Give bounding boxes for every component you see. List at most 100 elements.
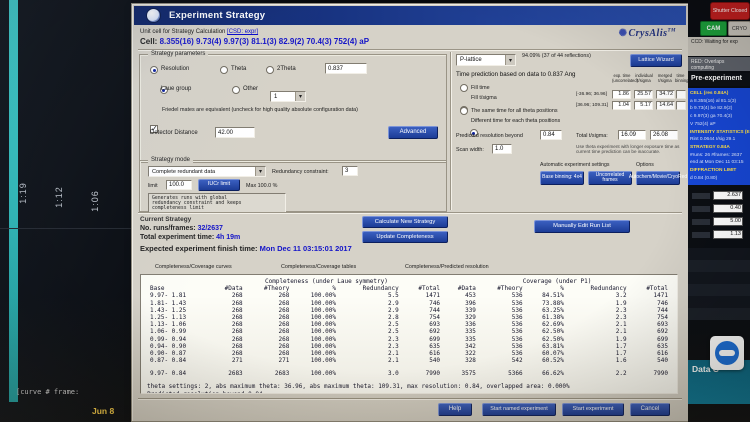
side-field-value[interactable]: 5.00 [713,217,743,226]
two-theta-radio[interactable] [266,66,274,74]
finish-time-row: Expected experiment finish time: Mon Dec… [140,244,352,253]
cam-button[interactable]: CAM [700,21,727,36]
teamviewer-icon[interactable] [710,336,744,370]
limit-label: limit [148,183,158,189]
results-row: 0.90- 0.87 268 268 100.00% 2.1 616 322 536 60.07… [147,350,671,357]
redundancy-constraint-input[interactable]: 3 [342,166,358,176]
side-field-value[interactable]: 0.40 [713,204,743,213]
col-merged-tsigma: merged t/sigma [657,73,673,83]
results-cell: 268 [278,350,290,358]
strategy-parameters-group: Strategy parameters Resolution Theta 2Th… [139,51,447,163]
coverage-tables-label: Completeness/Coverage tables [281,264,357,270]
help-button[interactable]: Help [438,403,472,416]
pre-experiment-line: INTENSITY STATISTICS (ES [690,129,750,135]
uncorrelated-frames-button[interactable]: Uncorrelated frames [588,171,632,185]
other-radio[interactable] [232,86,240,94]
side-field-row: 2.637 [692,191,750,200]
laue-group-label: Laue group [161,86,192,92]
results-cell: 0.94- 0.90 [150,342,187,350]
detector-distance-input[interactable]: 42.00 [215,127,255,138]
iucr-limit-button[interactable]: IUCr limit [198,179,240,191]
results-cell: 0.99- 0.94 [150,335,187,343]
resolution-radio[interactable] [150,66,158,74]
side-field-value[interactable]: 1.13 [713,230,743,239]
results-cell: 268 [278,299,290,307]
results-cell: 2.8 [387,314,399,322]
fill-tsigma-label: Fill t/sigma [471,95,497,101]
col-redundancy: Redundancy [590,285,627,293]
results-cell: 1.9 [615,335,627,343]
strategy-mode-dropdown[interactable]: Complete redundant data [148,166,266,177]
friedel-label: Friedel mates are equivalent (uncheck fo… [162,107,358,113]
results-cell: 268 [278,335,290,343]
dialog-titlebar[interactable]: Experiment Strategy [134,6,686,25]
results-cell: 0.87- 0.84 [150,357,187,365]
pre-experiment-line: V 752(4) aP [690,121,716,127]
results-cell: 328 [465,357,476,365]
cryo-button[interactable]: CRYO [728,21,750,36]
advanced-button[interactable]: Advanced [388,126,438,139]
results-cell: 73.88% [542,299,564,307]
lattice-wizard-button[interactable]: Lattice Wizard [630,54,682,67]
start-named-experiment-button[interactable]: Start named experiment [482,403,556,416]
start-experiment-button[interactable]: Start experiment [562,403,624,416]
manually-edit-run-list-button[interactable]: Manually Edit Run List [534,220,630,233]
results-cell: 2.3 [387,335,399,343]
col-percent: % [560,285,564,293]
results-cell: 100.00% [310,321,336,329]
shutter-closed-button[interactable]: Shutter Closed [710,2,750,20]
merged-tsigma-input[interactable]: 14.64 [656,101,675,110]
individual-tsigma-input[interactable]: 25.57 [634,90,653,99]
results-cell: 335 [465,328,476,336]
field-label-stub [692,231,710,238]
experiment-strategy-dialog: Experiment Strategy ✺CrysAlisTM Unit cel… [131,3,689,422]
results-cell: 1.81- 1.43 [150,299,187,307]
total-merged-tsigma: 26.08 [650,130,678,140]
other-group-dropdown[interactable]: 1 [270,91,306,102]
side-field-value[interactable]: 2.637 [713,191,743,200]
results-cell: 268 [278,306,290,314]
completeness-table-panel[interactable]: Completeness (under Laue symmetry) Cover… [140,274,678,394]
completeness-group-header: Completeness (under Laue symmetry) [265,278,388,285]
pre-experiment-line: end at Mon Dec 11 03:15 [690,160,744,166]
time-binning-input[interactable] [676,101,686,110]
resolution-input[interactable]: 0.837 [325,63,367,74]
autochem-button[interactable]: Autochem/Movie/CryoRed [629,171,687,185]
col-percent: % [332,285,336,293]
cancel-button[interactable]: Cancel [630,403,670,416]
merged-tsigma-input[interactable]: 34.72 [656,90,675,99]
csd-link[interactable]: [CSD: expr] [227,29,258,35]
exp-time-input[interactable]: 1.86 [612,90,631,99]
theta-radio[interactable] [220,66,228,74]
fill-time-radio[interactable] [460,84,468,92]
col-theory: #Theory [264,285,290,293]
pre-experiment-line: CELL (res 0.84A) [690,91,729,96]
limit-input[interactable]: 100.0 [166,180,192,190]
scan-width-input[interactable]: 1.0 [492,144,512,154]
side-field-row: 1.13 [692,230,750,239]
time-binning-input[interactable] [676,90,686,99]
results-cell: 339 [465,306,476,314]
update-completeness-button[interactable]: Update Completeness [362,231,448,243]
results-cell: 60.52% [542,357,564,365]
runs-frames-row: No. runs/frames: 32/2637 [140,225,223,232]
pre-experiment-line: d 0.84 (0.80) [690,175,718,181]
pre-experiment-line: b 9.73(4) be 82.9(2) [690,106,733,112]
calculate-new-strategy-button[interactable]: Calculate New Strategy [362,216,448,228]
exp-time-input[interactable]: 1.04 [612,101,631,110]
results-cell: 268 [231,350,243,358]
individual-tsigma-input[interactable]: 5.17 [634,101,653,110]
timer-label: 1:12 [53,186,64,208]
pre-experiment-line: DIFFRACTION LIMIT [690,168,737,174]
current-strategy-title: Current Strategy [140,216,192,223]
results-row: 0.94- 0.90 268 268 100.00% 2.3 635 342 536 63.81… [147,343,671,350]
base-binning-button[interactable]: Base binning: 4x4 [540,171,584,185]
results-cell: 0.90- 0.87 [150,350,187,358]
results-cell: 746 [657,299,668,307]
results-cell: 693 [429,321,441,329]
results-cell: 5.5 [387,292,399,300]
scan-width-label: Scan width: [456,147,484,153]
same-time-radio[interactable] [460,107,468,115]
results-cell: 536 [511,306,523,314]
lattice-dropdown[interactable]: P-lattice [456,54,516,66]
